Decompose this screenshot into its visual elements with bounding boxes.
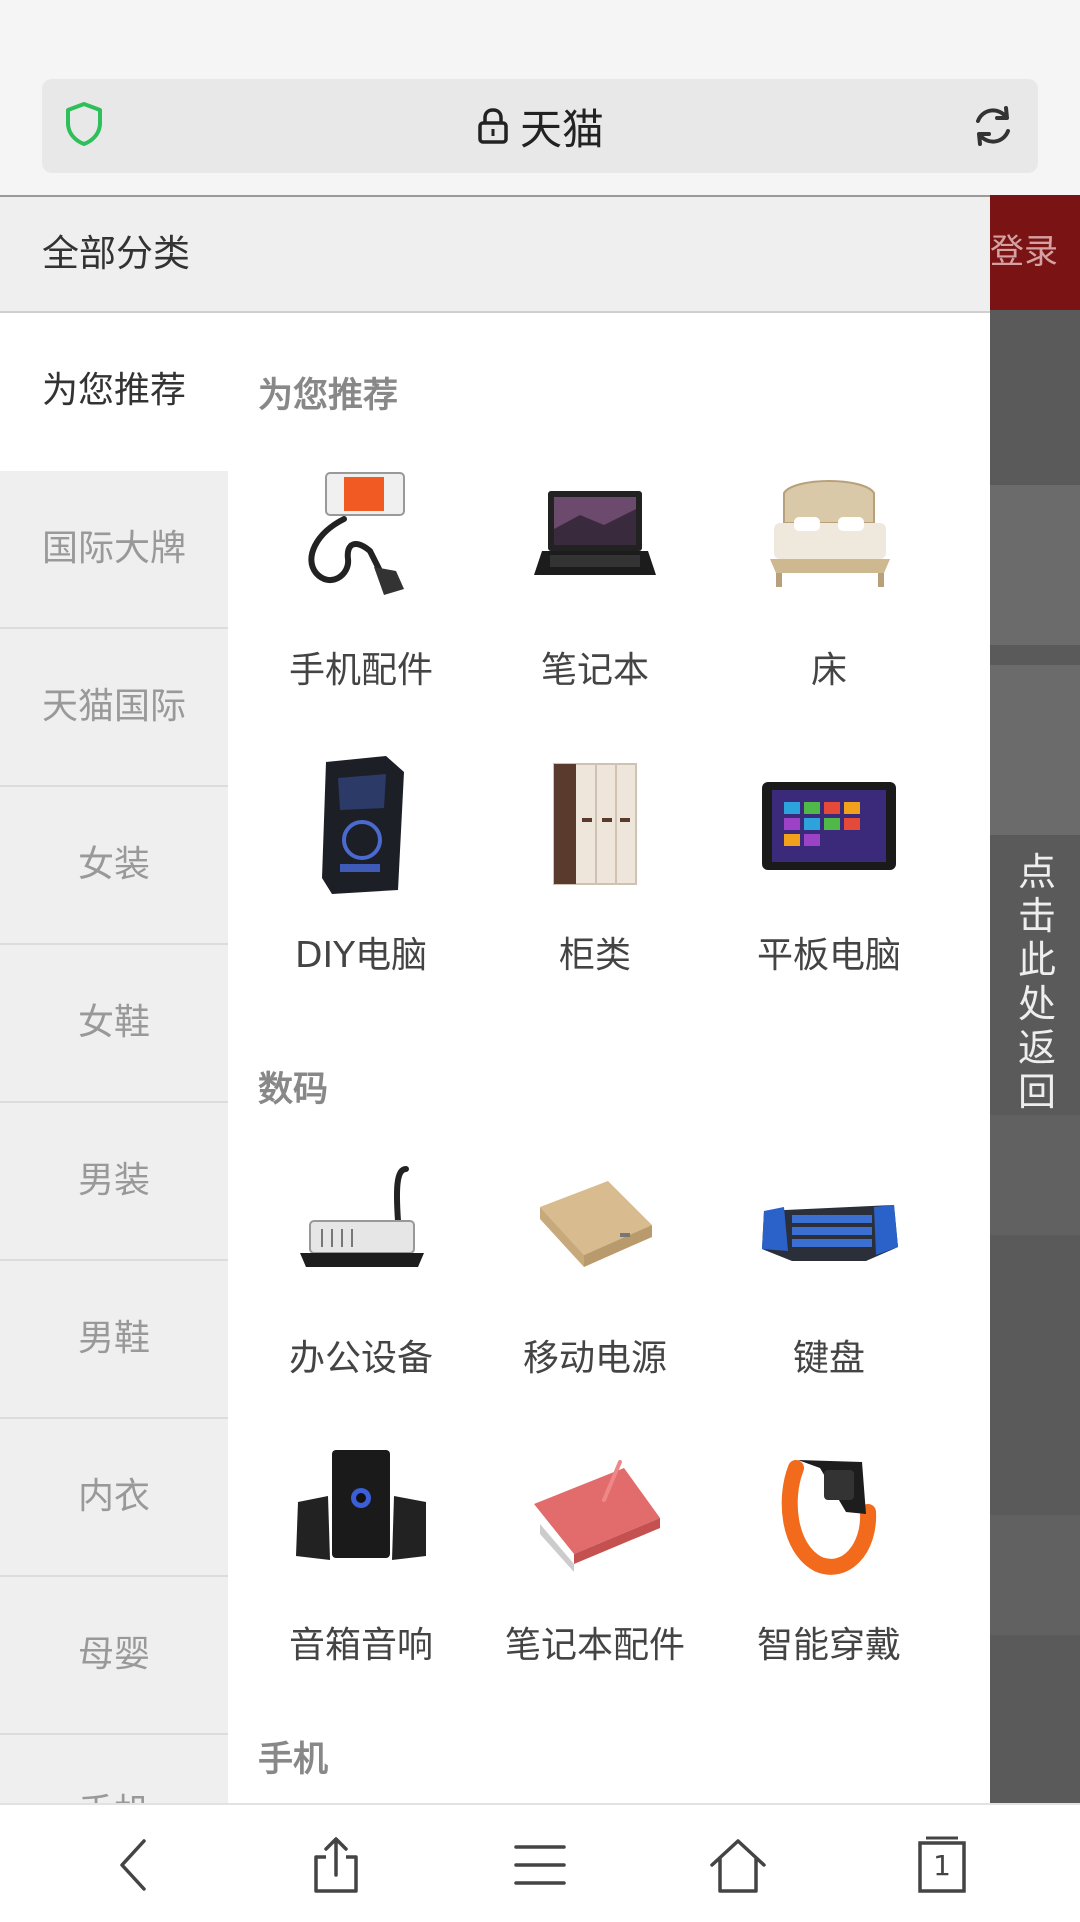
category-label: 笔记本 [540,650,649,691]
category-tile[interactable]: 柜类 [478,748,712,988]
background-product-tile [990,1115,1080,1235]
keyboard-icon [762,1205,898,1261]
category-label: 平板电脑 [756,935,901,976]
category-label: 柜类 [558,935,631,976]
back-icon[interactable] [106,1835,166,1895]
category-tile[interactable]: 手机配件 [244,463,478,703]
reload-icon[interactable] [970,103,1016,149]
category-tile[interactable]: 平板电脑 [712,748,946,988]
power-bank-icon [540,1181,652,1267]
browser-top-bar: 天猫 [0,0,1080,195]
sidebar-item-underwear[interactable]: 内衣 [0,1419,228,1577]
tab-count: 1 [933,1849,951,1882]
category-content: 为您推荐 手机配件 笔记本 床 DIY电脑 柜类 平板电脑 数码 办公设备 移动… [228,313,990,1805]
tablet-icon [762,782,896,870]
section-title: 数码 [258,1070,329,1110]
background-product-tile [990,485,1080,645]
address-bar[interactable]: 天猫 [42,79,1038,173]
sidebar-item-tmall-global[interactable]: 天猫国际 [0,629,228,787]
drawer-header: 全部分类 [0,197,990,313]
browser-bottom-bar: 1 [0,1803,1080,1922]
speaker-icon [296,1450,426,1560]
page-title: 天猫 [519,104,604,154]
category-tile[interactable]: 移动电源 [478,1151,712,1391]
category-sidebar: 为您推荐 国际大牌 天猫国际 女装 女鞋 男装 男鞋 内衣 母婴 手机 [0,313,228,1805]
sidebar-item-mens-clothing[interactable]: 男装 [0,1103,228,1261]
drawer-title: 全部分类 [42,232,190,275]
category-tile[interactable]: 床 [712,463,946,703]
category-label: 笔记本配件 [504,1625,685,1666]
background-product-tile [990,665,1080,835]
lock-icon [478,108,508,144]
pc-tower-icon [322,756,404,894]
category-label: DIY电脑 [294,935,428,976]
wardrobe-icon [553,763,637,885]
bed-icon [770,480,890,587]
category-tile[interactable]: 音箱音响 [244,1438,478,1678]
home-icon[interactable] [708,1835,768,1895]
sidebar-item-recommended[interactable]: 为您推荐 [0,313,228,471]
section-title: 手机 [258,1740,329,1780]
smart-band-icon [781,1460,877,1575]
section-title: 为您推荐 [258,376,399,416]
menu-icon[interactable] [510,1835,570,1895]
sidebar-item-mens-shoes[interactable]: 男鞋 [0,1261,228,1419]
phone-holder-icon [308,472,405,595]
category-tile[interactable]: 办公设备 [244,1151,478,1391]
category-label: 智能穿戴 [756,1625,901,1666]
category-drawer: 全部分类 为您推荐 国际大牌 天猫国际 女装 女鞋 男装 男鞋 内衣 母婴 手机… [0,195,990,1805]
category-tile[interactable]: 笔记本配件 [478,1438,712,1678]
sidebar-item-mother-baby[interactable]: 母婴 [0,1577,228,1735]
category-tile[interactable]: 键盘 [712,1151,946,1391]
sidebar-item-womens-shoes[interactable]: 女鞋 [0,945,228,1103]
category-label: 手机配件 [288,650,433,691]
category-label: 键盘 [792,1338,865,1379]
laptop-accessory-icon [534,1460,660,1572]
category-label: 移动电源 [522,1338,667,1379]
sidebar-item-phones[interactable]: 手机 [0,1735,228,1805]
share-icon[interactable] [306,1835,366,1895]
login-link: 登录 [990,195,1080,310]
tap-to-return-label[interactable]: 点击此处返回 [1012,850,1062,1114]
binding-machine-icon [300,1166,424,1267]
category-label: 音箱音响 [288,1625,433,1666]
sidebar-item-international-brands[interactable]: 国际大牌 [0,471,228,629]
sidebar-item-womens-clothing[interactable]: 女装 [0,787,228,945]
category-tile[interactable]: 智能穿戴 [712,1438,946,1678]
category-tile[interactable]: DIY电脑 [244,748,478,988]
background-product-tile [990,1515,1080,1635]
tabs-button[interactable]: 1 [912,1835,972,1895]
category-tile[interactable]: 笔记本 [478,463,712,703]
laptop-icon [534,491,656,575]
category-label: 办公设备 [288,1338,433,1379]
category-label: 床 [810,650,847,691]
